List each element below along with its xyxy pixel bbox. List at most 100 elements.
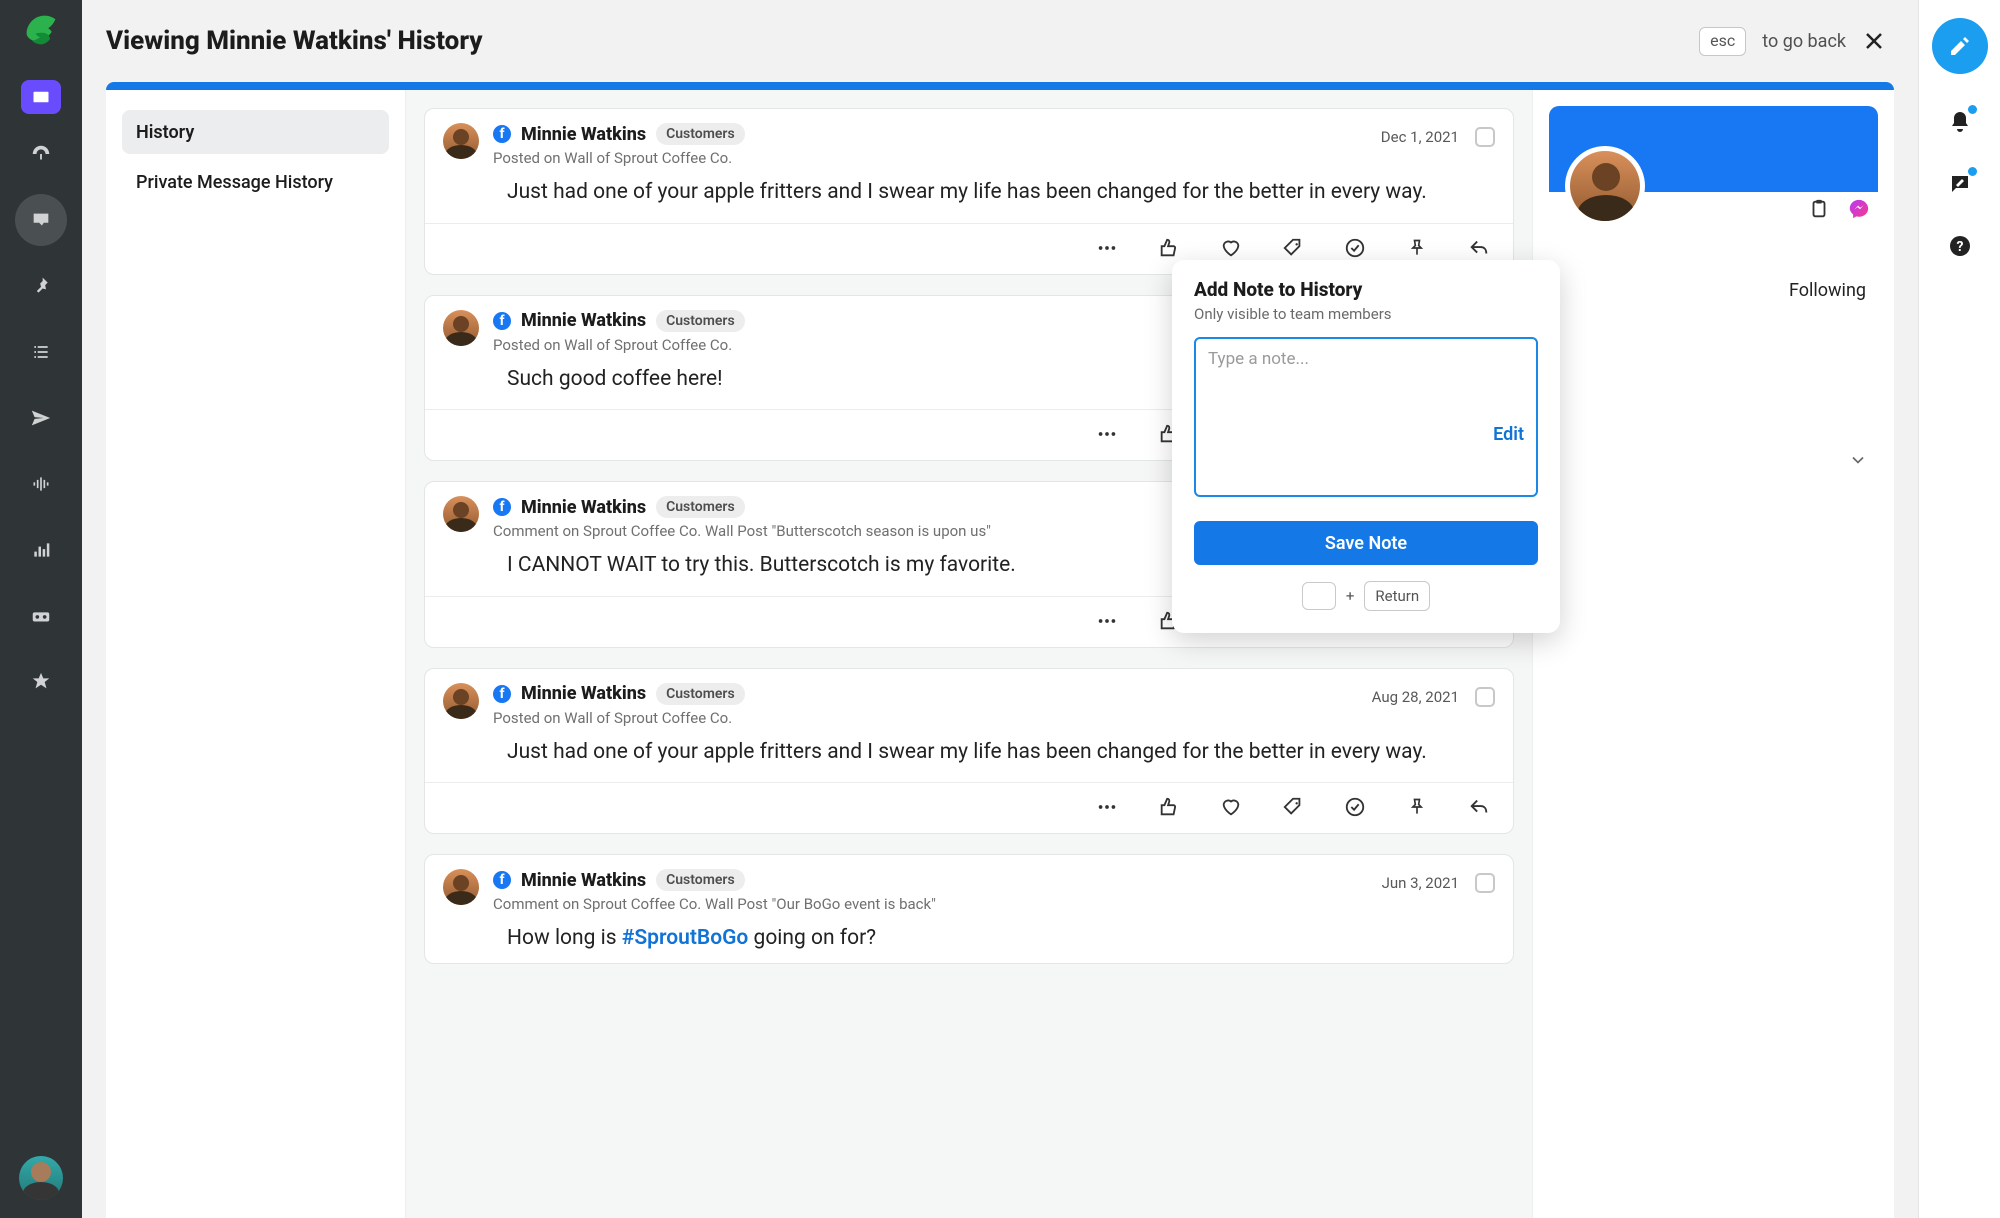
save-note-button[interactable]: Save Note — [1194, 521, 1538, 565]
card-actions — [425, 783, 1513, 833]
select-checkbox[interactable] — [1475, 873, 1495, 893]
facebook-icon: f — [493, 685, 511, 703]
reply-icon[interactable] — [1467, 795, 1491, 819]
nav-bot-icon[interactable] — [15, 590, 67, 642]
post-meta: Posted on Wall of Sprout Coffee Co. — [493, 709, 1358, 727]
note-textarea[interactable] — [1194, 337, 1538, 497]
post-date: Dec 1, 2021 — [1381, 128, 1459, 146]
popover-subtitle: Only visible to team members — [1194, 305, 1538, 323]
post-date: Jun 3, 2021 — [1382, 874, 1459, 892]
author-avatar — [443, 683, 479, 719]
modifier-key-hint — [1302, 582, 1336, 610]
nav-list-icon[interactable] — [15, 326, 67, 378]
customer-badge: Customers — [656, 310, 745, 332]
history-card: f Minnie Watkins Customers Posted on Wal… — [424, 668, 1514, 835]
author-name: Minnie Watkins — [521, 124, 646, 145]
like-icon[interactable] — [1157, 795, 1181, 819]
post-meta: Posted on Wall of Sprout Coffee Co. — [493, 149, 1367, 167]
plus-text: + — [1346, 587, 1355, 605]
facebook-icon: f — [493, 312, 511, 330]
close-icon[interactable] — [1862, 29, 1890, 53]
heart-icon[interactable] — [1219, 236, 1243, 260]
app-logo[interactable] — [23, 12, 59, 48]
author-name: Minnie Watkins — [521, 683, 646, 704]
reply-icon[interactable] — [1467, 236, 1491, 260]
post-body-pre: How long is — [507, 926, 622, 950]
following-label: Following — [1789, 280, 1866, 301]
pin-icon[interactable] — [1405, 795, 1429, 819]
select-checkbox[interactable] — [1475, 127, 1495, 147]
nav-star-icon[interactable] — [15, 656, 67, 708]
more-icon[interactable] — [1095, 795, 1119, 819]
customer-badge: Customers — [656, 496, 745, 518]
compose-button[interactable] — [1932, 18, 1988, 74]
author-name: Minnie Watkins — [521, 310, 646, 331]
post-body: Just had one of your apple fritters and … — [425, 737, 1513, 777]
customer-badge: Customers — [656, 869, 745, 891]
more-icon[interactable] — [1095, 236, 1119, 260]
edit-link[interactable]: Edit — [1493, 424, 1524, 445]
nav-pin-icon[interactable] — [15, 260, 67, 312]
tag-icon[interactable] — [1281, 795, 1305, 819]
profile-avatar — [1565, 146, 1645, 226]
nav-dashboard-icon[interactable] — [15, 128, 67, 180]
help-icon[interactable]: ? — [1946, 232, 1974, 260]
customer-badge: Customers — [656, 683, 745, 705]
history-sheet: History Private Message History f Minnie… — [106, 82, 1894, 1218]
history-card: f Minnie Watkins Customers Comment on Sp… — [424, 854, 1514, 964]
heart-icon[interactable] — [1219, 795, 1243, 819]
popover-title: Add Note to History — [1194, 278, 1538, 301]
tab-history[interactable]: History — [122, 110, 389, 154]
author-avatar — [443, 123, 479, 159]
return-key-hint: Return — [1364, 581, 1430, 611]
author-avatar — [443, 496, 479, 532]
nav-analytics-icon[interactable] — [15, 524, 67, 576]
select-checkbox[interactable] — [1475, 687, 1495, 707]
nav-inbox-icon[interactable] — [15, 194, 67, 246]
clipboard-icon[interactable] — [1808, 198, 1830, 220]
post-date: Aug 28, 2021 — [1372, 688, 1459, 706]
expand-chevron[interactable] — [1533, 450, 1894, 470]
pin-icon[interactable] — [1405, 236, 1429, 260]
history-card: f Minnie Watkins Customers Posted on Wal… — [424, 108, 1514, 275]
esc-key-hint: esc — [1699, 27, 1746, 56]
right-rail: ? — [1918, 0, 2000, 1218]
author-avatar — [443, 869, 479, 905]
messenger-icon[interactable] — [1848, 198, 1870, 220]
facebook-icon: f — [493, 871, 511, 889]
add-note-popover: Add Note to History Only visible to team… — [1172, 260, 1560, 633]
complete-icon[interactable] — [1343, 236, 1367, 260]
post-body: How long is #SproutBoGo going on for? — [425, 923, 1513, 963]
feedback-icon[interactable] — [1946, 170, 1974, 198]
facebook-icon: f — [493, 125, 511, 143]
nav-audio-icon[interactable] — [15, 458, 67, 510]
post-body-post: going on for? — [748, 926, 876, 950]
keyboard-hint: + Return — [1194, 581, 1538, 611]
post-meta: Comment on Sprout Coffee Co. Wall Post "… — [493, 895, 1368, 913]
notification-dot — [1968, 105, 1977, 114]
current-user-avatar[interactable] — [19, 1156, 63, 1200]
author-name: Minnie Watkins — [521, 497, 646, 518]
author-name: Minnie Watkins — [521, 870, 646, 891]
nav-smart-inbox-icon[interactable] — [21, 80, 61, 114]
complete-icon[interactable] — [1343, 795, 1367, 819]
more-icon[interactable] — [1095, 422, 1119, 446]
nav-send-icon[interactable] — [15, 392, 67, 444]
tag-icon[interactable] — [1281, 236, 1305, 260]
page-title: Viewing Minnie Watkins' History — [106, 26, 483, 56]
tab-private-message-history[interactable]: Private Message History — [122, 160, 389, 204]
sheet-side-tabs: History Private Message History — [106, 90, 406, 1218]
post-body: Just had one of your apple fritters and … — [425, 177, 1513, 217]
notifications-icon[interactable] — [1946, 108, 1974, 136]
like-icon[interactable] — [1157, 236, 1181, 260]
hashtag-link[interactable]: #SproutBoGo — [622, 926, 749, 950]
feedback-dot — [1968, 167, 1977, 176]
profile-column: Following — [1532, 90, 1894, 1218]
page-header: Viewing Minnie Watkins' History esc to g… — [82, 0, 1918, 82]
go-back-text: to go back — [1762, 31, 1846, 52]
svg-text:?: ? — [1956, 239, 1963, 255]
facebook-icon: f — [493, 498, 511, 516]
more-icon[interactable] — [1095, 609, 1119, 633]
left-nav — [0, 0, 82, 1218]
author-avatar — [443, 310, 479, 346]
